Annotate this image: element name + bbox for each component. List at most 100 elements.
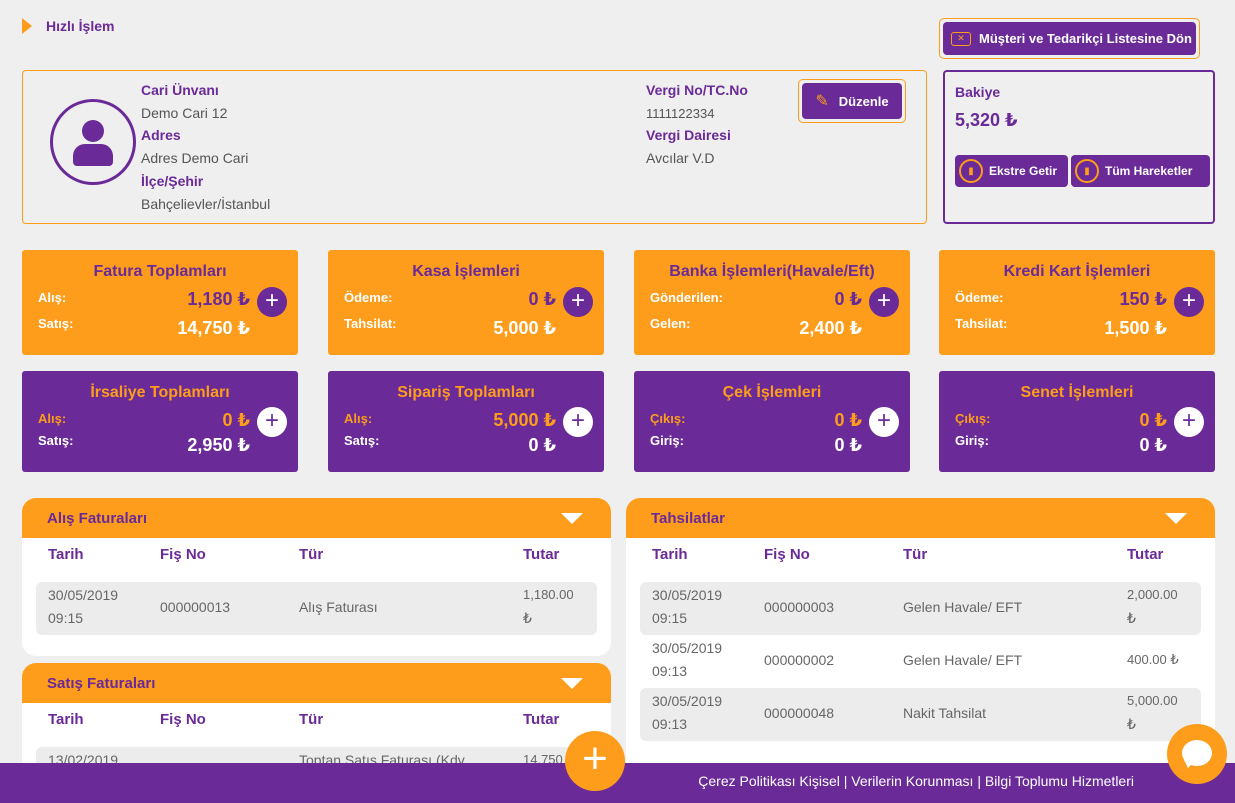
card-title: Çek İşlemleri [722,384,822,401]
cell-type: Alış Faturası [299,599,378,615]
card-title: Senet İşlemleri [1020,384,1134,401]
card-value: 14,750 ₺ [177,318,250,338]
cell-time: 09:15 [652,610,688,626]
chat-icon[interactable] [1167,724,1227,784]
cell-amount: 2,000.00 [1127,587,1178,602]
card-label: Gelen: [650,316,691,331]
balance-panel: Bakiye 5,320 ₺ ▮ Ekstre Getir ▮ Tüm Hare… [943,70,1215,224]
chevron-down-icon[interactable] [561,512,583,524]
backspace-icon: ✕ [951,31,971,46]
card-label: Ödeme: [344,290,393,305]
title-value: Demo Cari 12 [141,105,228,121]
add-icon[interactable]: + [869,407,899,437]
cell-currency: ₺ [1127,610,1136,626]
back-to-list-button[interactable]: ✕ Müşteri ve Tedarikçi Listesine Dön [943,22,1196,55]
cell-date: 30/05/2019 [652,640,723,656]
cell-no: 000000013 [160,599,231,615]
card-value: 0 ₺ [1139,410,1167,430]
cell-date: 30/05/2019 [48,587,119,603]
card-title: Sipariş Toplamları [397,384,535,401]
card-value: 0 ₺ [834,435,862,455]
column-header: Tutar [1127,546,1164,563]
balance-amount: 5,320 ₺ [955,110,1018,130]
card-label: Satış: [38,433,74,448]
play-icon [22,18,32,34]
card-label: Tahsilat: [955,316,1008,331]
cell-date: 30/05/2019 [652,587,723,603]
column-header: Fiş No [764,546,810,563]
column-header: Tür [299,711,324,728]
card-value: 0 ₺ [528,435,556,455]
account-info-panel: Cari Ünvanı Demo Cari 12 Adres Adres Dem… [22,70,927,224]
add-icon[interactable]: + [1174,287,1204,317]
card-label: Satış: [38,316,74,331]
card-label: Ödeme: [955,290,1004,305]
chart-icon: ▮ [1075,159,1099,183]
table-row[interactable]: 30/05/2019 09:15 000000013 Alış Faturası… [36,582,597,635]
tax-no-value: 1111122334 [646,106,715,121]
add-icon[interactable]: + [1174,407,1204,437]
chevron-down-icon[interactable] [1165,512,1187,524]
address-value: Adres Demo Cari [141,150,249,166]
column-header: Tür [903,546,928,563]
column-header: Tarih [652,546,688,563]
user-avatar-icon [50,99,136,185]
tax-no-label: Vergi No/TC.No [646,82,748,98]
card-title: Kredi Kart İşlemleri [1003,263,1151,280]
plus-icon[interactable]: + [565,731,625,791]
table-row[interactable]: 30/05/2019 09:13 000000048 Nakit Tahsila… [640,688,1201,741]
column-header: Tutar [523,546,560,563]
edit-button-frame: ✎ Düzenle [798,79,906,123]
order-totals-card: Sipariş Toplamları Alış: 5,000 ₺ Satış: … [328,371,604,472]
edit-button[interactable]: ✎ Düzenle [802,83,902,119]
card-value: 2,950 ₺ [187,435,250,455]
add-icon[interactable]: + [563,287,593,317]
card-title: Banka İşlemleri(Havale/Eft) [669,263,875,280]
card-label: Satış: [344,433,380,448]
waybill-totals-card: İrsaliye Toplamları Alış: 0 ₺ Satış: 2,9… [22,371,298,472]
card-label: Alış: [344,411,373,426]
card-label: Gönderilen: [650,290,723,305]
cell-no: 000000048 [764,705,835,721]
purchase-invoices-panel: Alış Faturaları Tarih Fiş No Tür Tutar 3… [22,498,611,656]
promissory-note-card: Senet İşlemleri Çıkış: 0 ₺ Giriş: 0 ₺ + [939,371,1215,472]
card-label: Giriş: [955,433,989,448]
card-value: 0 ₺ [222,410,250,430]
quick-action[interactable]: Hızlı İşlem [22,18,114,34]
all-transactions-button[interactable]: ▮ Tüm Hareketler [1071,155,1210,187]
panel-header[interactable]: Alış Faturaları [22,498,611,538]
panel-title: Alış Faturaları [47,509,148,527]
table-row[interactable]: 30/05/2019 09:15 000000003 Gelen Havale/… [640,582,1201,635]
cell-currency: ₺ [523,610,532,626]
cash-transactions-card: Kasa İşlemleri Ödeme: 0 ₺ Tahsilat: 5,00… [328,250,604,355]
panel-header[interactable]: Satış Faturaları [22,663,611,703]
quick-action-label: Hızlı İşlem [46,18,115,34]
chevron-down-icon[interactable] [561,677,583,689]
add-icon[interactable]: + [869,287,899,317]
extract-button[interactable]: ▮ Ekstre Getir [955,155,1068,187]
panel-header[interactable]: Tahsilatlar [626,498,1215,538]
footer-links[interactable]: Çerez Politikası Kişisel | Verilerin Kor… [698,773,1134,789]
cell-date: 30/05/2019 [652,693,723,709]
extract-label: Ekstre Getir [989,164,1058,178]
card-value: 5,000 ₺ [493,318,556,338]
add-icon[interactable]: + [257,407,287,437]
district-value: Bahçelievler/İstanbul [141,196,271,212]
address-label: Adres [141,127,181,143]
card-title: Fatura Toplamları [93,263,227,280]
table-header: Tarih Fiş No Tür Tutar [626,538,1215,574]
table-row[interactable]: 30/05/2019 09:13 000000002 Gelen Havale/… [640,635,1201,688]
back-button-frame: ✕ Müşteri ve Tedarikçi Listesine Dön [939,18,1200,59]
add-icon[interactable]: + [563,407,593,437]
card-value: 5,000 ₺ [493,410,556,430]
add-icon[interactable]: + [257,287,287,317]
all-transactions-label: Tüm Hareketler [1105,164,1193,178]
pencil-icon: ✎ [815,93,829,110]
cell-amount: 5,000.00 [1127,693,1178,708]
cheque-transactions-card: Çek İşlemleri Çıkış: 0 ₺ Giriş: 0 ₺ + [634,371,910,472]
column-header: Tür [299,546,324,563]
column-header: Fiş No [160,711,206,728]
cell-time: 09:13 [652,663,688,679]
tax-office-value: Avcılar V.D [646,150,715,166]
chart-icon: ▮ [959,159,983,183]
